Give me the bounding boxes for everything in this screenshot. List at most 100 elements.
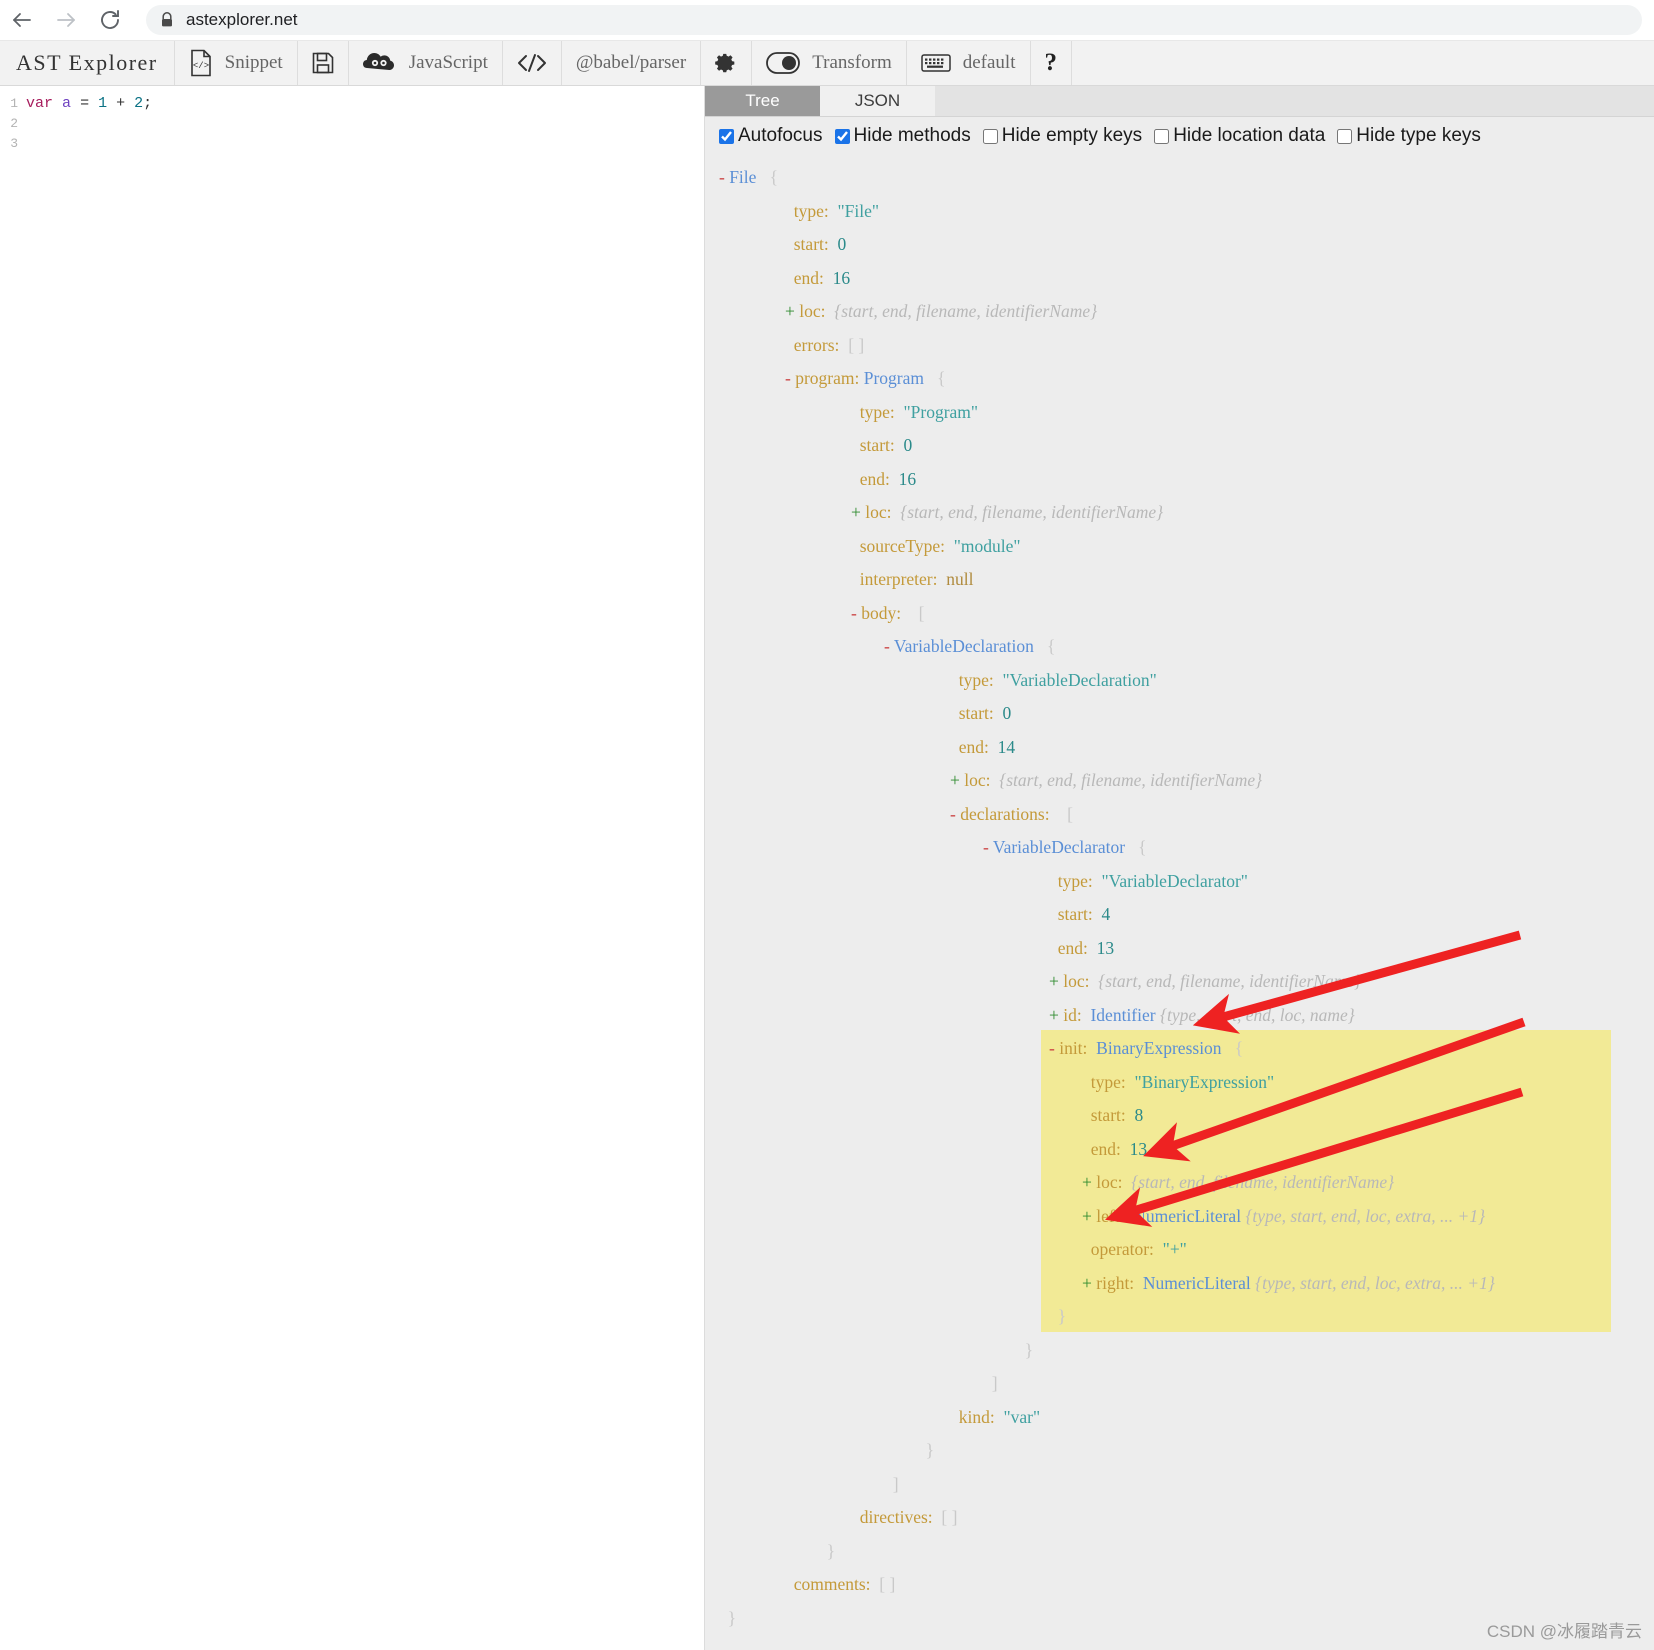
ast-tree-row[interactable]: ] bbox=[719, 1367, 1654, 1401]
ast-tree-row[interactable]: - VariableDeclaration { bbox=[719, 630, 1654, 664]
ast-tree-row[interactable]: + loc: {start, end, filename, identifier… bbox=[719, 295, 1654, 329]
option-autofocus[interactable]: Autofocus bbox=[719, 125, 823, 147]
ast-tree-row[interactable]: kind: "var" bbox=[719, 1401, 1654, 1435]
checkbox-hide-type-keys[interactable] bbox=[1337, 128, 1353, 144]
ast-tree-row[interactable]: end: 13 bbox=[719, 932, 1654, 966]
code-token: + bbox=[116, 95, 126, 112]
ast-tree-row[interactable]: start: 0 bbox=[719, 429, 1654, 463]
parser-icon-box[interactable] bbox=[503, 41, 562, 85]
ast-tree-row[interactable]: interpreter: null bbox=[719, 563, 1654, 597]
ast-brace: } bbox=[826, 1540, 836, 1561]
ast-tree-row[interactable]: - program: Program { bbox=[719, 362, 1654, 396]
ast-tree-row[interactable]: comments: [ ] bbox=[719, 1568, 1654, 1602]
ast-tree-row[interactable]: + loc: {start, end, filename, identifier… bbox=[719, 496, 1654, 530]
ast-tree[interactable]: - File { type: "File" start: 0 end: 16 + … bbox=[705, 155, 1654, 1645]
ast-tree-row[interactable]: - body: [ bbox=[719, 597, 1654, 631]
transform-toggle[interactable]: Transform bbox=[752, 41, 907, 85]
collapse-toggle-icon[interactable]: - bbox=[785, 368, 795, 388]
checkbox-hide-methods[interactable] bbox=[834, 128, 850, 144]
ast-tree-row[interactable]: end: 13 bbox=[719, 1133, 1654, 1167]
option-hide-methods[interactable]: Hide methods bbox=[834, 125, 971, 147]
address-bar[interactable]: astexplorer.net bbox=[146, 5, 1642, 35]
expand-toggle-icon[interactable]: + bbox=[950, 770, 964, 790]
code-line[interactable]: 3 bbox=[0, 134, 704, 154]
expand-toggle-icon[interactable]: + bbox=[785, 301, 799, 321]
save-button[interactable] bbox=[298, 41, 349, 85]
keymap-selector[interactable]: default bbox=[907, 41, 1031, 85]
ast-tree-row[interactable]: type: "File" bbox=[719, 195, 1654, 229]
collapse-toggle-icon[interactable]: - bbox=[851, 603, 861, 623]
expand-toggle-icon[interactable]: + bbox=[1082, 1172, 1096, 1192]
ast-tree-row[interactable]: + right: NumericLiteral {type, start, en… bbox=[719, 1267, 1654, 1301]
ast-tree-row[interactable]: type: "Program" bbox=[719, 396, 1654, 430]
ast-tree-row[interactable]: start: 4 bbox=[719, 898, 1654, 932]
code-brackets-icon bbox=[517, 52, 547, 74]
back-icon[interactable] bbox=[0, 0, 44, 41]
expand-toggle-icon[interactable]: + bbox=[1082, 1273, 1096, 1293]
ast-tree-row[interactable]: } bbox=[719, 1300, 1654, 1334]
collapse-toggle-icon[interactable]: - bbox=[950, 804, 960, 824]
snippet-button[interactable]: </> Snippet bbox=[175, 41, 298, 85]
ast-tree-row[interactable]: - declarations: [ bbox=[719, 798, 1654, 832]
ast-tree-row[interactable]: operator: "+" bbox=[719, 1233, 1654, 1267]
ast-tree-row[interactable]: start: 0 bbox=[719, 228, 1654, 262]
watermark: CSDN @冰履踏青云 bbox=[1486, 1622, 1642, 1641]
toggle-placeholder bbox=[1016, 1340, 1025, 1360]
option-hide-empty-keys[interactable]: Hide empty keys bbox=[982, 125, 1142, 147]
code-line[interactable]: 1 var a = 1 + 2; bbox=[0, 94, 704, 114]
ast-tree-row[interactable]: start: 8 bbox=[719, 1099, 1654, 1133]
ast-tree-row[interactable]: end: 16 bbox=[719, 262, 1654, 296]
expand-toggle-icon[interactable]: + bbox=[1049, 971, 1063, 991]
tab-tree[interactable]: Tree bbox=[705, 86, 820, 116]
expand-toggle-icon[interactable]: + bbox=[1049, 1005, 1063, 1025]
ast-tree-row[interactable]: + id: Identifier {type, start, end, loc,… bbox=[719, 999, 1654, 1033]
help-button[interactable]: ? bbox=[1031, 41, 1072, 85]
ast-tree-row[interactable]: } bbox=[719, 1434, 1654, 1468]
ast-tree-row[interactable]: errors: [ ] bbox=[719, 329, 1654, 363]
reload-icon[interactable] bbox=[88, 0, 132, 41]
ast-tree-row[interactable]: - File { bbox=[719, 161, 1654, 195]
ast-tree-row[interactable]: + left: NumericLiteral {type, start, end… bbox=[719, 1200, 1654, 1234]
ast-key bbox=[989, 737, 998, 757]
ast-tree-row[interactable]: - init: BinaryExpression { bbox=[719, 1032, 1654, 1066]
forward-icon[interactable] bbox=[44, 0, 88, 41]
ast-num: 0 bbox=[1002, 703, 1012, 723]
ast-tree-row[interactable]: type: "VariableDeclaration" bbox=[719, 664, 1654, 698]
ast-brace: [ ] bbox=[879, 1574, 896, 1594]
option-hide-type-keys[interactable]: Hide type keys bbox=[1337, 125, 1481, 147]
collapse-toggle-icon[interactable]: - bbox=[983, 837, 993, 857]
ast-key: loc: bbox=[1063, 971, 1090, 991]
parser-selector[interactable]: @babel/parser bbox=[562, 41, 702, 85]
code-line[interactable]: 2 bbox=[0, 114, 704, 134]
ast-tree-row[interactable]: type: "BinaryExpression" bbox=[719, 1066, 1654, 1100]
collapse-toggle-icon[interactable]: - bbox=[719, 167, 729, 187]
checkbox-hide-empty-keys[interactable] bbox=[982, 128, 998, 144]
ast-tree-row[interactable]: + loc: {start, end, filename, identifier… bbox=[719, 764, 1654, 798]
collapse-toggle-icon[interactable]: - bbox=[1049, 1038, 1059, 1058]
checkbox-hide-location-data[interactable] bbox=[1154, 128, 1170, 144]
ast-tree-row[interactable]: ] bbox=[719, 1468, 1654, 1502]
ast-tree-row[interactable]: type: "VariableDeclarator" bbox=[719, 865, 1654, 899]
expand-toggle-icon[interactable]: + bbox=[851, 502, 865, 522]
ast-tree-row[interactable]: - VariableDeclarator { bbox=[719, 831, 1654, 865]
ast-tree-row[interactable]: } bbox=[719, 1334, 1654, 1368]
code-editor[interactable]: 1 var a = 1 + 2; 2 3 bbox=[0, 86, 705, 1650]
parser-settings-button[interactable] bbox=[701, 41, 753, 85]
ast-tree-row[interactable]: directives: [ ] bbox=[719, 1501, 1654, 1535]
ast-tree-row[interactable]: sourceType: "module" bbox=[719, 530, 1654, 564]
collapse-toggle-icon[interactable]: - bbox=[884, 636, 894, 656]
checkbox-autofocus[interactable] bbox=[719, 128, 734, 144]
option-hide-location-data[interactable]: Hide location data bbox=[1154, 125, 1325, 147]
line-number: 2 bbox=[10, 116, 18, 131]
ast-tree-row[interactable]: } bbox=[719, 1535, 1654, 1569]
toggle-placeholder bbox=[1049, 938, 1058, 958]
tab-json[interactable]: JSON bbox=[820, 86, 935, 116]
ast-tree-row[interactable]: start: 0 bbox=[719, 697, 1654, 731]
ast-tree-row[interactable]: end: 16 bbox=[719, 463, 1654, 497]
ast-brace: { bbox=[1138, 837, 1147, 857]
ast-tree-row[interactable]: + loc: {start, end, filename, identifier… bbox=[719, 1166, 1654, 1200]
expand-toggle-icon[interactable]: + bbox=[1082, 1206, 1096, 1226]
language-selector[interactable]: JavaScript bbox=[349, 41, 503, 85]
ast-tree-row[interactable]: end: 14 bbox=[719, 731, 1654, 765]
ast-tree-row[interactable]: + loc: {start, end, filename, identifier… bbox=[719, 965, 1654, 999]
